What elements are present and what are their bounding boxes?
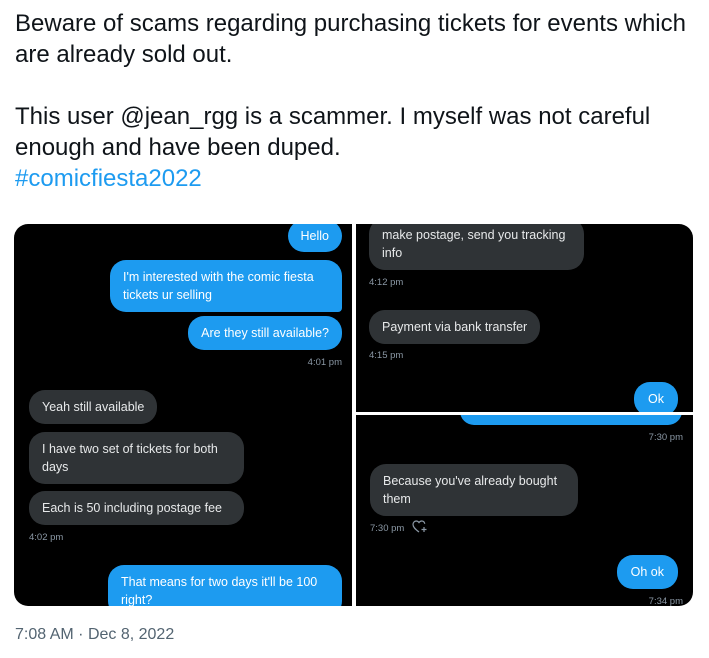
message-bubble-received: I have two set of tickets for both days bbox=[29, 432, 244, 484]
message-bubble-sent: Are they still available? bbox=[188, 316, 342, 350]
chat-screenshot-1[interactable]: Hello I'm interested with the comic fies… bbox=[14, 224, 352, 606]
message-timestamp: 4:01 pm bbox=[307, 357, 342, 368]
tweet-time: 7:08 AM bbox=[15, 626, 74, 643]
tweet-timestamp[interactable]: 7:08 AM · Dec 8, 2022 bbox=[15, 626, 174, 644]
message-bubble-sent: Ok bbox=[634, 382, 678, 412]
message-timestamp: 7:30 pm bbox=[648, 432, 683, 443]
tweet-paragraph-2: This user @jean_rgg is a scammer. I myse… bbox=[15, 103, 651, 161]
tweet-date: Dec 8, 2022 bbox=[87, 626, 175, 643]
heart-plus-icon[interactable] bbox=[412, 520, 428, 534]
separator-dot: · bbox=[78, 626, 84, 643]
message-timestamp: 4:12 pm bbox=[369, 277, 404, 288]
message-bubble-received: Yeah still available bbox=[29, 390, 158, 424]
message-bubble-sent-partial bbox=[460, 415, 682, 425]
message-bubble-received: make postage, send you tracking info bbox=[369, 224, 584, 270]
chat-screenshot-3[interactable]: 7:30 pm Because you've already bought th… bbox=[356, 415, 693, 606]
message-bubble-received: Payment via bank transfer bbox=[369, 310, 541, 344]
message-bubble-sent: I'm interested with the comic fiesta tic… bbox=[110, 260, 342, 312]
message-bubble-sent: Hello bbox=[287, 224, 342, 252]
message-bubble-sent: Oh ok bbox=[616, 555, 678, 589]
hashtag-link[interactable]: #comicfiesta2022 bbox=[15, 165, 202, 192]
message-bubble-received: Because you've already bought them bbox=[370, 464, 578, 516]
tweet-text: Beware of scams regarding purchasing tic… bbox=[15, 8, 695, 194]
tweet-paragraph-1: Beware of scams regarding purchasing tic… bbox=[15, 10, 686, 68]
message-bubble-received: Each is 50 including postage fee bbox=[29, 491, 244, 525]
message-timestamp: 4:15 pm bbox=[369, 350, 404, 361]
tweet-media-grid[interactable]: Hello I'm interested with the comic fies… bbox=[14, 224, 693, 606]
message-timestamp: 4:02 pm bbox=[29, 532, 64, 543]
message-timestamp: 7:30 pm bbox=[370, 523, 405, 534]
message-bubble-sent: That means for two days it'll be 100 rig… bbox=[108, 565, 342, 606]
message-timestamp: 7:34 pm bbox=[648, 596, 683, 606]
chat-screenshot-2[interactable]: make postage, send you tracking info 4:1… bbox=[356, 224, 693, 412]
